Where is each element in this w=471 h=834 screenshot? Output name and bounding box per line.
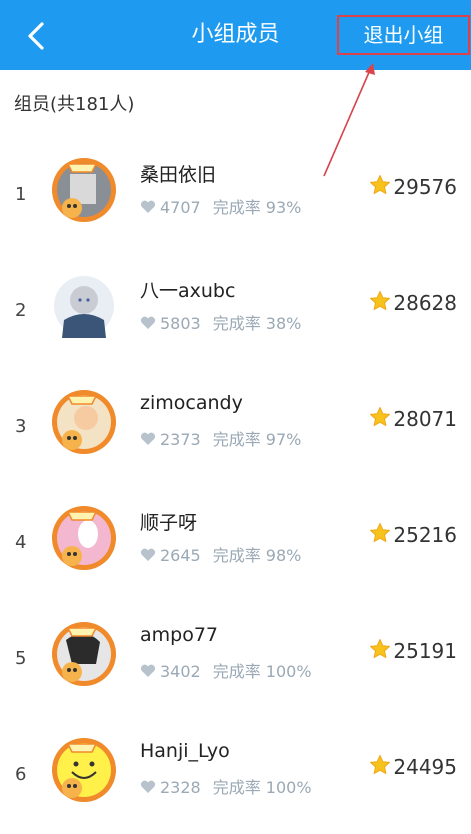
member-stats: 4707 完成率 93% bbox=[140, 194, 301, 218]
rank-number: 3 bbox=[15, 416, 27, 437]
heart-icon bbox=[140, 664, 156, 677]
member-stats: 3402 完成率 100% bbox=[140, 658, 312, 682]
avatar[interactable] bbox=[50, 736, 118, 804]
completion-rate: 完成率 97% bbox=[212, 430, 302, 449]
heart-icon bbox=[140, 200, 156, 213]
star-icon bbox=[370, 291, 391, 311]
member-stats: 5803 完成率 38% bbox=[140, 310, 301, 334]
completion-rate: 完成率 93% bbox=[212, 198, 302, 217]
heart-icon bbox=[140, 316, 156, 329]
avatar[interactable] bbox=[50, 504, 118, 572]
score: 25216 bbox=[369, 522, 457, 547]
score-value: 28071 bbox=[393, 407, 457, 431]
member-row[interactable]: 3 zimocandy 2373 完成率 97% 28071 bbox=[0, 370, 471, 486]
like-count: 2328 bbox=[160, 778, 201, 797]
like-count: 5803 bbox=[160, 314, 201, 333]
heart-icon bbox=[140, 432, 156, 445]
member-row[interactable]: 4 顺子呀 2645 完成率 98% 25216 bbox=[0, 486, 471, 602]
star-icon bbox=[370, 407, 391, 427]
member-name: zimocandy bbox=[140, 392, 243, 414]
heart-icon bbox=[140, 548, 156, 561]
rank-number: 5 bbox=[15, 648, 27, 669]
member-name: 八一axubc bbox=[140, 280, 236, 302]
completion-rate: 完成率 38% bbox=[212, 314, 302, 333]
heart-icon bbox=[140, 780, 156, 793]
like-count: 2645 bbox=[160, 546, 201, 565]
member-row[interactable]: 2 八一axubc 5803 完成率 38% 28628 bbox=[0, 254, 471, 370]
like-count: 3402 bbox=[160, 662, 201, 681]
exit-group-button[interactable]: 退出小组 bbox=[337, 15, 470, 55]
member-row[interactable]: 5 ampo77 3402 完成率 100% 25191 bbox=[0, 602, 471, 718]
score: 28071 bbox=[369, 406, 457, 431]
like-count: 2373 bbox=[160, 430, 201, 449]
member-name: Hanji_Lyo bbox=[140, 740, 230, 762]
score-value: 29576 bbox=[393, 175, 457, 199]
score-value: 25216 bbox=[393, 523, 457, 547]
completion-rate: 完成率 98% bbox=[212, 546, 302, 565]
score: 25191 bbox=[369, 638, 457, 663]
star-icon bbox=[370, 175, 391, 195]
score: 29576 bbox=[369, 174, 457, 199]
member-row[interactable]: 1 桑田依旧 4707 完成率 93% 29576 bbox=[0, 138, 471, 254]
rank-number: 1 bbox=[15, 184, 27, 205]
star-icon bbox=[370, 639, 391, 659]
top-bar: 小组成员 退出小组 bbox=[0, 0, 471, 70]
score-value: 25191 bbox=[393, 639, 457, 663]
member-stats: 2373 完成率 97% bbox=[140, 426, 301, 450]
score-value: 24495 bbox=[393, 755, 457, 779]
rank-number: 6 bbox=[15, 764, 27, 785]
completion-rate: 完成率 100% bbox=[212, 778, 312, 797]
member-stats: 2328 完成率 100% bbox=[140, 774, 312, 798]
avatar[interactable] bbox=[50, 620, 118, 688]
member-name: ampo77 bbox=[140, 624, 219, 646]
avatar[interactable] bbox=[50, 156, 118, 224]
star-icon bbox=[370, 755, 391, 775]
rank-number: 2 bbox=[15, 300, 27, 321]
member-name: 顺子呀 bbox=[140, 512, 198, 534]
avatar[interactable] bbox=[50, 388, 118, 456]
score-value: 28628 bbox=[393, 291, 457, 315]
avatar[interactable] bbox=[50, 272, 118, 340]
score: 28628 bbox=[369, 290, 457, 315]
like-count: 4707 bbox=[160, 198, 201, 217]
score: 24495 bbox=[369, 754, 457, 779]
star-icon bbox=[370, 523, 391, 543]
completion-rate: 完成率 100% bbox=[212, 662, 312, 681]
member-stats: 2645 完成率 98% bbox=[140, 542, 301, 566]
member-count: 组员(共181人) bbox=[14, 94, 135, 115]
member-name: 桑田依旧 bbox=[140, 164, 217, 186]
member-row[interactable]: 6 Hanji_Lyo 2328 完成率 100% 24495 bbox=[0, 718, 471, 834]
rank-number: 4 bbox=[15, 532, 27, 553]
